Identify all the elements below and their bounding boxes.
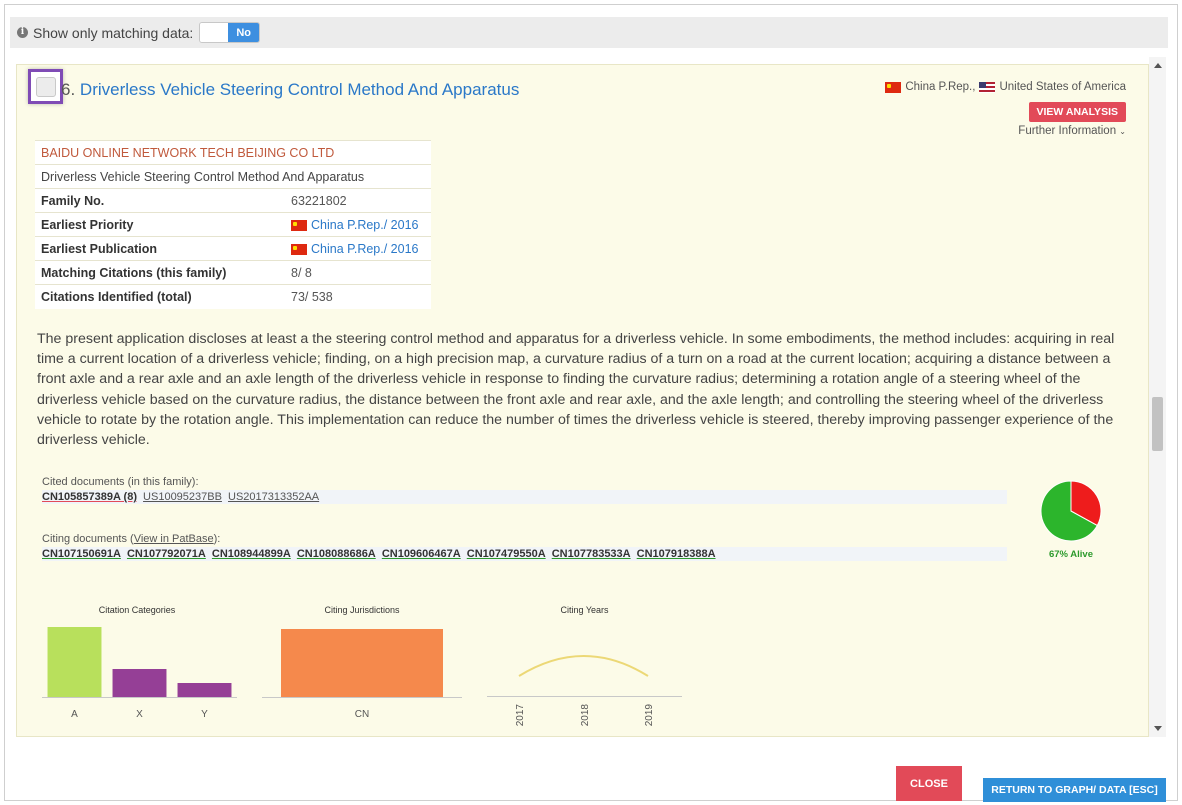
filter-label: Show only matching data: (33, 24, 194, 41)
citing-years-svg: 2017 2018 2019 (487, 655, 682, 727)
cited-doc-link[interactable]: US2017313352AA (228, 491, 319, 503)
citing-doc-link[interactable]: CN107150691A (42, 548, 121, 560)
citation-categories-chart: Citation Categories AXY (37, 605, 237, 725)
table-row: Earliest Publication China P.Rep./ 2016 (35, 236, 431, 261)
table-row: Matching Citations (this family) 8/ 8 (35, 260, 431, 285)
return-to-graph-button[interactable]: RETURN TO GRAPH/ DATA [ESC] (983, 778, 1166, 802)
x-tick-label: 2019 (644, 704, 655, 727)
priority-link[interactable]: China P.Rep./ 2016 (285, 212, 431, 237)
bar-x (112, 669, 167, 697)
x-tick-label: CN (355, 709, 369, 720)
cited-doc-link[interactable]: US10095237BB (143, 491, 222, 503)
citing-jurisdictions-svg: CN (262, 629, 462, 720)
citing-label: Citing documents (View in PatBase): (42, 533, 1007, 545)
field-label: Family No. (35, 188, 285, 213)
pie-caption: 67% Alive (1048, 549, 1093, 560)
result-panel: 6. Driverless Vehicle Steering Control M… (16, 64, 1149, 737)
field-value: 73/ 538 (285, 284, 431, 309)
filter-bar: i Show only matching data: No (10, 17, 1168, 48)
usa-flag-icon (979, 81, 996, 93)
publication-link[interactable]: China P.Rep./ 2016 (285, 236, 431, 261)
table-row: Earliest Priority China P.Rep./ 2016 (35, 212, 431, 237)
citing-jurisdictions-chart: Citing Jurisdictions CN (262, 605, 462, 725)
table-row: Citations Identified (total) 73/ 538 (35, 284, 431, 309)
citing-doc-link[interactable]: CN107792071A (127, 548, 206, 560)
chevron-down-icon: ⌄ (1119, 127, 1126, 136)
view-analysis-button[interactable]: VIEW ANALYSIS (1028, 102, 1126, 122)
country-us: United States of America (999, 81, 1126, 93)
citing-doc-link[interactable]: CN107783533A (552, 548, 631, 560)
family-subtitle: Driverless Vehicle Steering Control Meth… (35, 164, 431, 189)
cited-doc-list: CN105857389A (8) US10095237BB US20173133… (42, 490, 1007, 504)
cited-label: Cited documents (in this family): (42, 476, 199, 488)
country-list: China P.Rep., United States of America (885, 81, 1126, 93)
citation-categories-svg: AXY (42, 627, 237, 720)
select-result-checkbox[interactable] (35, 76, 56, 97)
alive-pie-svg (1040, 480, 1102, 542)
field-value[interactable]: China P.Rep./ 2016 (311, 242, 419, 256)
x-tick-label: A (71, 709, 78, 720)
field-label: Citations Identified (total) (35, 284, 285, 309)
citing-doc-link[interactable]: CN109606467A (382, 548, 461, 560)
field-value[interactable]: China P.Rep./ 2016 (311, 218, 419, 232)
alive-status-chart: 67% Alive (1039, 480, 1103, 560)
china-flag-icon (291, 243, 307, 255)
x-tick-label: 2017 (515, 704, 526, 727)
applicant-name: BAIDU ONLINE NETWORK TECH BEIJING CO LTD (35, 140, 431, 165)
toggle-value[interactable]: No (228, 23, 259, 42)
cited-documents: Cited documents (in this family): CN1058… (42, 476, 1007, 504)
result-title[interactable]: 6. Driverless Vehicle Steering Control M… (61, 80, 519, 100)
matching-data-toggle[interactable]: No (199, 22, 260, 43)
select-result-highlight[interactable] (28, 69, 63, 104)
field-label: Earliest Publication (35, 236, 285, 261)
cited-doc-link[interactable]: CN105857389A (8) (42, 491, 137, 503)
view-in-patbase-link[interactable]: View in PatBase (134, 533, 214, 545)
further-information-toggle[interactable]: Further Information ⌄ (1018, 125, 1126, 137)
field-label: Matching Citations (this family) (35, 260, 285, 285)
citing-doc-list: CN107150691A CN107792071A CN108944899A C… (42, 547, 1007, 561)
field-value: 8/ 8 (285, 260, 431, 285)
series-line (518, 655, 649, 677)
china-flag-icon (885, 81, 902, 93)
scroll-down-icon[interactable] (1154, 726, 1162, 731)
scroll-up-icon[interactable] (1154, 63, 1162, 68)
close-button[interactable]: CLOSE (896, 766, 962, 801)
info-icon: i (17, 27, 28, 38)
china-flag-icon (291, 219, 307, 231)
citing-label-prefix: Citing documents ( (42, 533, 134, 545)
result-number: 6. (61, 80, 76, 99)
bar-cn (281, 629, 443, 697)
x-tick-label: Y (201, 709, 208, 720)
citing-doc-link[interactable]: CN107479550A (467, 548, 546, 560)
citing-doc-link[interactable]: CN108944899A (212, 548, 291, 560)
field-value: 63221802 (285, 188, 431, 213)
vertical-scrollbar[interactable] (1149, 57, 1166, 737)
x-tick-label: 2018 (580, 704, 591, 727)
x-tick-label: X (136, 709, 143, 720)
family-meta-table: BAIDU ONLINE NETWORK TECH BEIJING CO LTD… (35, 140, 431, 309)
country-cn: China P.Rep., (905, 81, 976, 93)
scroll-thumb[interactable] (1152, 397, 1163, 451)
abstract-text: The present application discloses at lea… (37, 331, 1115, 449)
field-label: Earliest Priority (35, 212, 285, 237)
citing-doc-link[interactable]: CN108088686A (297, 548, 376, 560)
toggle-off-segment[interactable] (200, 23, 229, 42)
citing-doc-link[interactable]: CN107918388A (637, 548, 716, 560)
citing-years-chart: Citing Years 2017 2018 2019 (487, 605, 682, 735)
bar-y (177, 683, 232, 697)
citing-label-suffix: ): (213, 533, 221, 545)
result-title-link[interactable]: Driverless Vehicle Steering Control Meth… (80, 80, 519, 99)
bar-a (47, 627, 102, 697)
further-information-label[interactable]: Further Information (1018, 125, 1116, 137)
citing-documents: Citing documents (View in PatBase): CN10… (42, 533, 1007, 561)
table-row: Family No. 63221802 (35, 188, 431, 213)
